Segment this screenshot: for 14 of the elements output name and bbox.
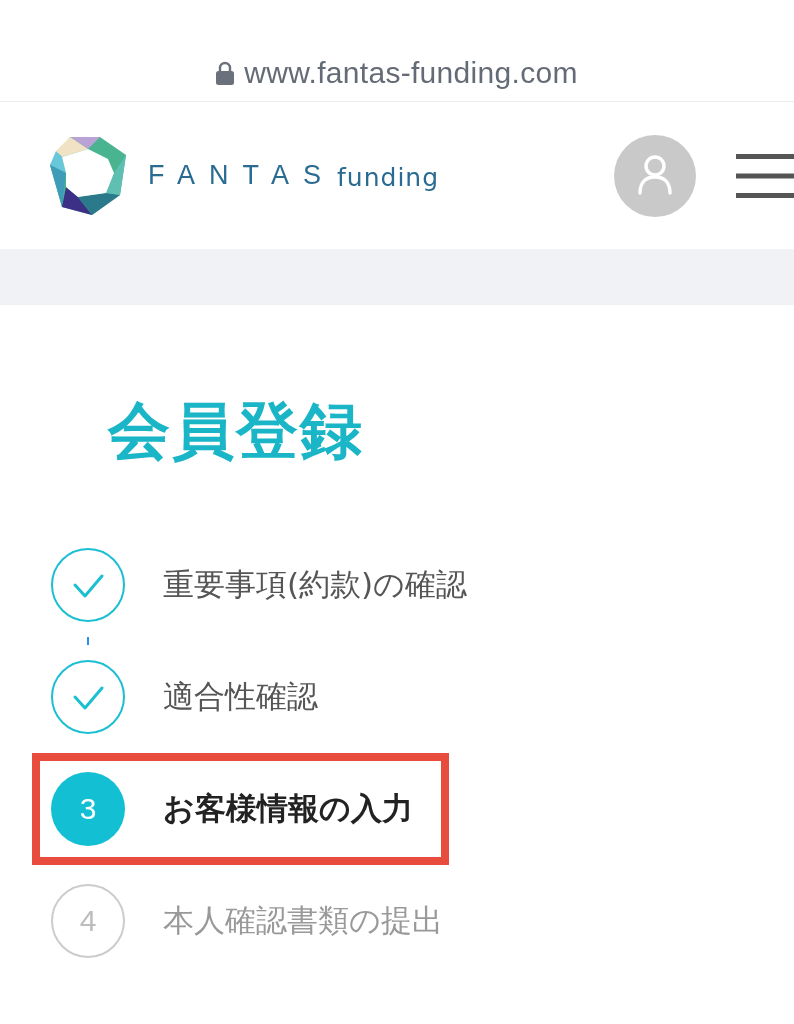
- page-title: 会員登録: [108, 393, 364, 469]
- step-label: 本人確認書類の提出: [163, 901, 443, 940]
- step-number: 4: [51, 884, 125, 958]
- step-label: 適合性確認: [163, 677, 318, 716]
- menu-icon[interactable]: [736, 153, 794, 198]
- url-text[interactable]: www.fantas-funding.com: [244, 55, 578, 90]
- step-label: お客様情報の入力: [163, 789, 413, 828]
- brand-subtitle[interactable]: funding: [337, 163, 440, 192]
- brand-name[interactable]: FANTAS: [148, 160, 336, 191]
- step-label: 重要事項(約款)の確認: [163, 565, 468, 604]
- check-circle-icon: [51, 660, 125, 734]
- step-number: 3: [51, 772, 125, 846]
- lock-icon: [216, 60, 235, 85]
- check-circle-icon: [51, 548, 125, 622]
